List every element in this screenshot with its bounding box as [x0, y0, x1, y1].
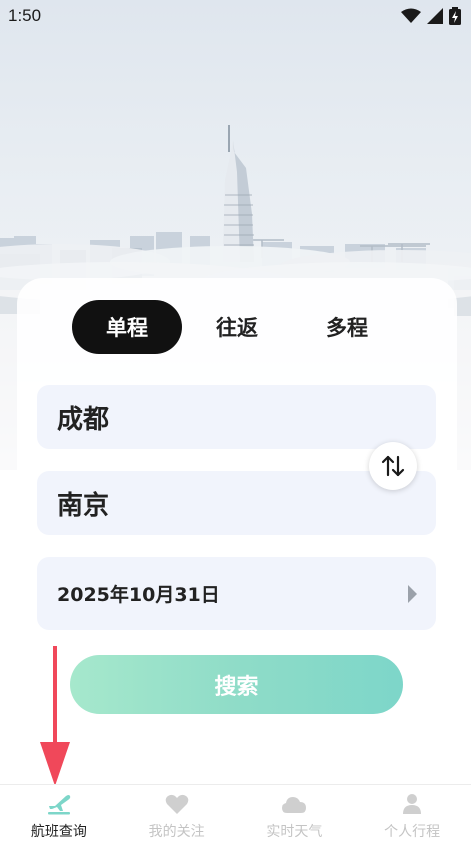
nav-item-flight-search[interactable]: 航班查询: [0, 785, 118, 843]
cloud-icon: [282, 797, 307, 813]
tab-round-trip[interactable]: 往返: [182, 300, 292, 354]
plane-icon: [47, 795, 71, 815]
nav-label-following: 我的关注: [148, 824, 205, 840]
status-icons: [401, 7, 461, 25]
nav-label-my-trips: 个人行程: [384, 824, 441, 840]
date-value: 2025年10月31日: [57, 584, 220, 606]
flight-search-card: 单程 往返 多程 成都 南京 2025年10月31日 搜索: [17, 278, 457, 758]
annotation-arrow: [40, 646, 70, 786]
bottom-nav: 航班查询 我的关注 实时天气 个人行程: [0, 784, 471, 843]
status-bar: 1:50: [0, 0, 471, 32]
trip-type-tabs: 单程 往返 多程: [72, 300, 402, 354]
signal-icon: [427, 8, 443, 24]
nav-item-weather[interactable]: 实时天气: [236, 785, 354, 843]
swap-arrows-icon: [381, 455, 405, 477]
tab-multi-city[interactable]: 多程: [292, 300, 402, 354]
wifi-icon: [401, 8, 421, 23]
nav-item-my-trips[interactable]: 个人行程: [353, 785, 471, 843]
departure-city-field[interactable]: 成都: [37, 385, 436, 449]
departure-city-value: 成都: [57, 404, 110, 435]
nav-label-weather: 实时天气: [266, 824, 323, 840]
swap-cities-button[interactable]: [369, 442, 417, 490]
battery-icon: [449, 7, 461, 25]
nav-label-flight-search: 航班查询: [30, 824, 87, 840]
chevron-right-icon: [408, 584, 417, 603]
heart-icon: [165, 794, 188, 814]
tab-one-way[interactable]: 单程: [72, 300, 182, 354]
search-button-label: 搜索: [214, 674, 259, 700]
nav-item-following[interactable]: 我的关注: [118, 785, 236, 843]
search-button[interactable]: 搜索: [70, 655, 403, 714]
date-picker-field[interactable]: 2025年10月31日: [37, 557, 436, 630]
status-time: 1:50: [8, 6, 42, 25]
arrival-city-value: 南京: [57, 490, 110, 521]
person-icon: [403, 794, 422, 814]
